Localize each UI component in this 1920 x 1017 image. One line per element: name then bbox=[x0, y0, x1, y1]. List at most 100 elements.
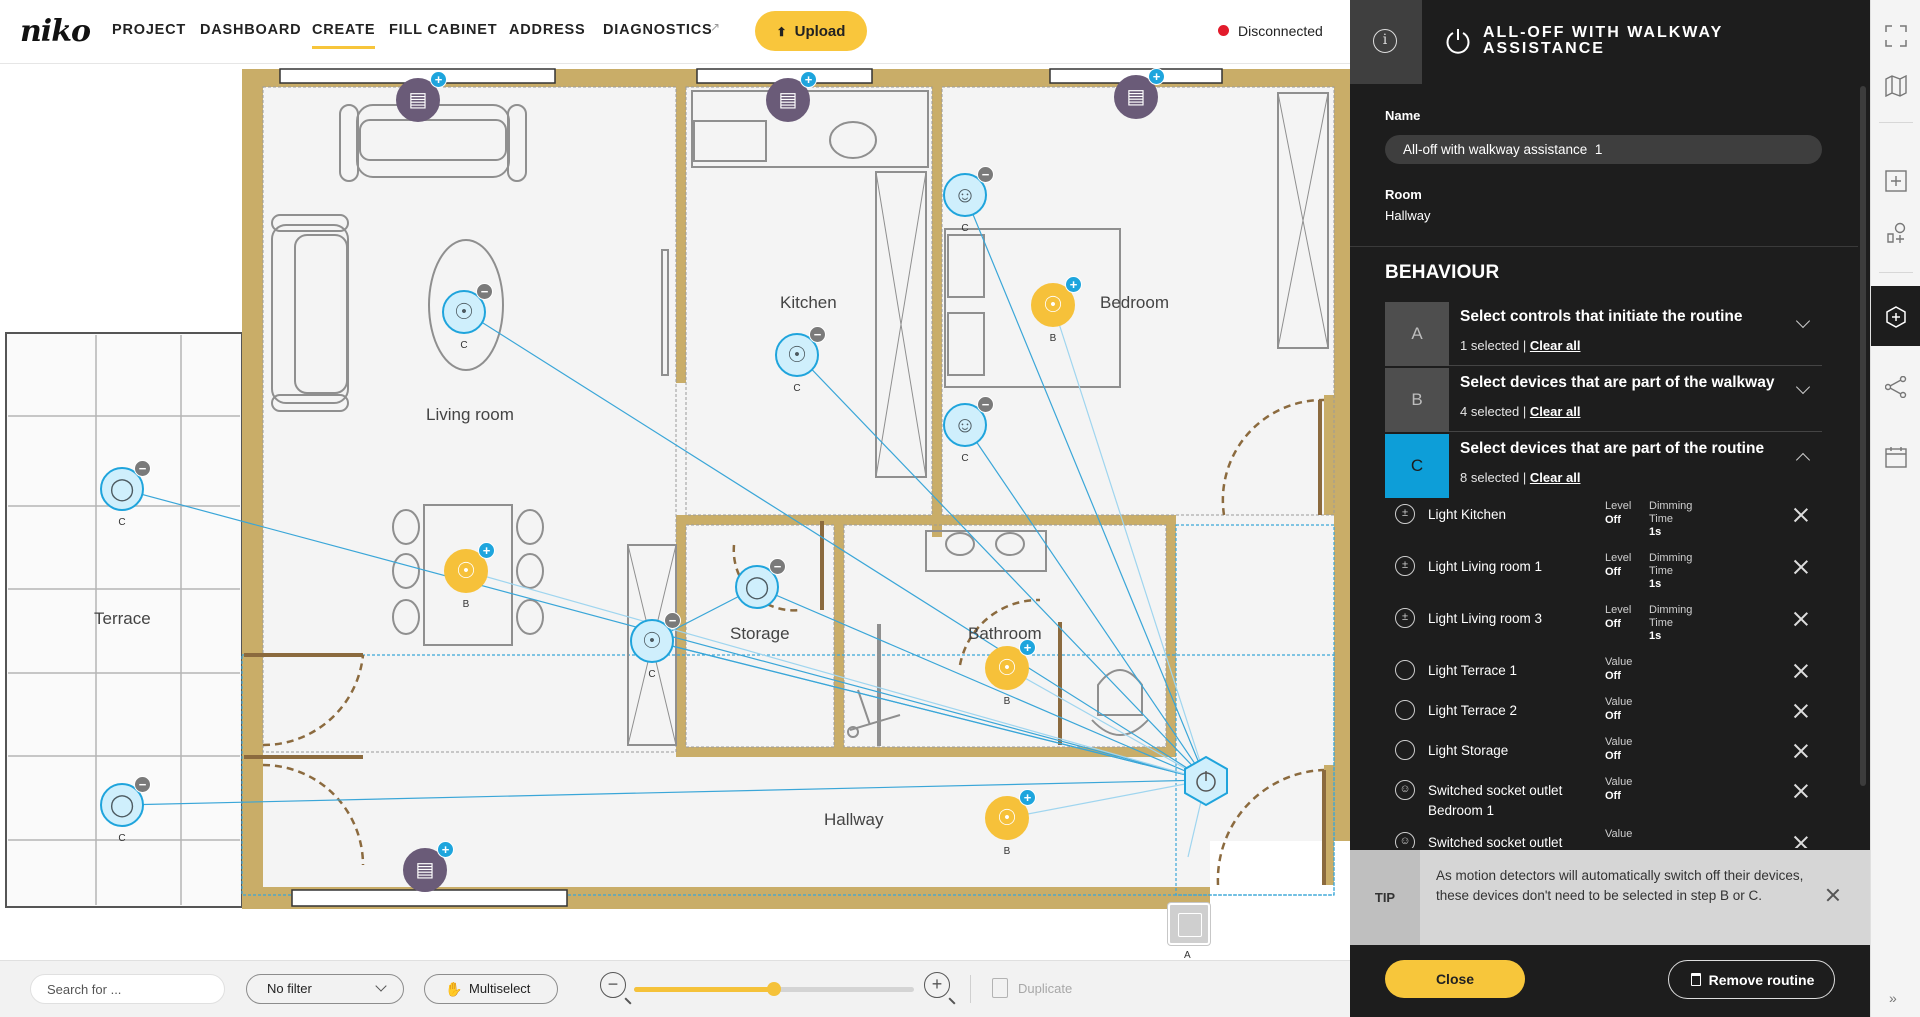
param-value[interactable]: 1s bbox=[1649, 578, 1661, 590]
filter-dropdown[interactable]: No filter bbox=[246, 974, 404, 1004]
rail-add-shape[interactable] bbox=[1871, 212, 1920, 252]
device-light-bedroom[interactable]: ☉ + B bbox=[1031, 276, 1082, 344]
step-b-accordion[interactable]: B Select devices that are part of the wa… bbox=[1385, 368, 1822, 432]
add-badge-icon[interactable]: + bbox=[800, 71, 817, 88]
rail-map[interactable] bbox=[1871, 65, 1920, 105]
zoom-out-icon[interactable]: − bbox=[600, 972, 626, 998]
close-button[interactable]: Close bbox=[1385, 960, 1525, 998]
shutter-device[interactable]: ▤ + bbox=[766, 71, 817, 122]
add-badge-icon[interactable]: + bbox=[1148, 68, 1165, 85]
param-value[interactable]: Off bbox=[1605, 566, 1621, 578]
param-value[interactable]: Off bbox=[1605, 618, 1621, 630]
param-value[interactable]: Off bbox=[1605, 750, 1621, 762]
add-badge-icon[interactable]: + bbox=[1019, 789, 1036, 806]
shutter-device[interactable]: ▤ + bbox=[1114, 68, 1165, 119]
nav-address[interactable]: ADDRESS bbox=[509, 22, 586, 38]
remove-badge-icon[interactable]: − bbox=[664, 612, 681, 629]
info-icon: i bbox=[1373, 29, 1397, 53]
device-light-living-3[interactable]: ☉ − C bbox=[630, 612, 681, 680]
device-light-bathroom[interactable]: ☉ + B bbox=[985, 639, 1036, 707]
clear-all-link[interactable]: Clear all bbox=[1530, 404, 1581, 419]
nav-diagnostics[interactable]: DIAGNOSTICS bbox=[603, 22, 713, 38]
step-c-accordion[interactable]: C Select devices that are part of the ro… bbox=[1385, 434, 1822, 498]
param-value[interactable]: Off bbox=[1605, 670, 1621, 682]
close-icon[interactable] bbox=[1792, 506, 1810, 524]
remove-badge-icon[interactable]: − bbox=[977, 166, 994, 183]
remove-badge-icon[interactable]: − bbox=[134, 776, 151, 793]
remove-badge-icon[interactable]: − bbox=[769, 558, 786, 575]
shutter-device[interactable]: ▤ + bbox=[396, 71, 447, 122]
add-badge-icon[interactable]: + bbox=[437, 841, 454, 858]
rail-add-device[interactable] bbox=[1871, 160, 1920, 200]
remove-badge-icon[interactable]: − bbox=[134, 460, 151, 477]
name-field[interactable] bbox=[1385, 135, 1822, 164]
chevron-down-icon[interactable] bbox=[1795, 379, 1811, 395]
step-letter: C bbox=[1385, 434, 1449, 498]
device-socket-bedroom-2[interactable]: ☺ − C bbox=[943, 396, 994, 464]
device-light-living-1[interactable]: ☉ − C bbox=[442, 283, 493, 351]
nav-fill-cabinet[interactable]: FILL CABINET bbox=[389, 22, 497, 38]
search-input[interactable] bbox=[30, 974, 225, 1004]
device-light-living-2[interactable]: ☉ + B bbox=[444, 542, 495, 610]
rail-connections[interactable] bbox=[1871, 366, 1920, 406]
param-value[interactable]: Off bbox=[1605, 710, 1621, 722]
add-badge-icon[interactable]: + bbox=[478, 542, 495, 559]
add-badge-icon[interactable]: + bbox=[430, 71, 447, 88]
param-value[interactable]: 1s bbox=[1649, 526, 1661, 538]
rail-fullscreen[interactable] bbox=[1871, 15, 1920, 55]
clear-all-link[interactable]: Clear all bbox=[1530, 338, 1581, 353]
selected-count: 1 selected | bbox=[1460, 338, 1530, 353]
close-icon[interactable] bbox=[1792, 834, 1810, 848]
device-socket-bedroom-1[interactable]: ☺ − C bbox=[943, 166, 994, 234]
top-navigation: niko PROJECT DASHBOARD CREATE FILL CABIN… bbox=[0, 0, 1350, 64]
close-icon[interactable] bbox=[1792, 742, 1810, 760]
collapse-panel-icon[interactable]: » bbox=[1889, 990, 1897, 1006]
duplicate-button[interactable]: Duplicate bbox=[1018, 981, 1072, 996]
niko-logo[interactable]: niko bbox=[20, 14, 91, 49]
nav-create[interactable]: CREATE bbox=[312, 22, 376, 49]
nav-dashboard[interactable]: DASHBOARD bbox=[200, 22, 301, 38]
step-title: Select devices that are part of the walk… bbox=[1460, 374, 1775, 391]
param-value[interactable]: Off bbox=[1605, 514, 1621, 526]
param-value[interactable]: 1s bbox=[1649, 630, 1661, 642]
close-icon[interactable] bbox=[1792, 782, 1810, 800]
motion-detector-icon[interactable] bbox=[1168, 903, 1210, 945]
panel-title: ALL-OFF WITH WALKWAY ASSISTANCE bbox=[1483, 24, 1723, 57]
device-light-kitchen[interactable]: ☉ − C bbox=[775, 326, 826, 394]
upload-button[interactable]: ⬆ Upload bbox=[755, 11, 867, 51]
device-name: Switched socket outlet Bedroom 1 bbox=[1428, 783, 1563, 818]
chevron-up-icon[interactable] bbox=[1795, 452, 1811, 468]
device-light-terrace-2[interactable]: ◯ − C bbox=[100, 776, 151, 844]
multiselect-button[interactable]: ✋ Multiselect bbox=[424, 974, 558, 1004]
rail-calendar[interactable] bbox=[1871, 436, 1920, 476]
calendar-icon bbox=[1885, 447, 1907, 468]
clear-all-link[interactable]: Clear all bbox=[1530, 470, 1581, 485]
add-badge-icon[interactable]: + bbox=[1019, 639, 1036, 656]
device-light-terrace-1[interactable]: ◯ − C bbox=[100, 460, 151, 528]
chevron-down-icon[interactable] bbox=[1795, 313, 1811, 329]
rail-routines[interactable] bbox=[1871, 286, 1920, 346]
close-icon[interactable] bbox=[1792, 558, 1810, 576]
add-badge-icon[interactable]: + bbox=[1065, 276, 1082, 293]
room-value[interactable]: Hallway bbox=[1385, 208, 1431, 223]
shutter-device[interactable]: ▤ + bbox=[403, 841, 454, 892]
remove-badge-icon[interactable]: − bbox=[977, 396, 994, 413]
close-icon[interactable] bbox=[1792, 662, 1810, 680]
zoom-in-icon[interactable]: + bbox=[924, 972, 950, 998]
close-icon[interactable] bbox=[1825, 887, 1841, 903]
param-value[interactable]: Off bbox=[1605, 790, 1621, 802]
zoom-slider-thumb[interactable] bbox=[767, 982, 781, 996]
remove-badge-icon[interactable]: − bbox=[476, 283, 493, 300]
nav-project[interactable]: PROJECT bbox=[112, 22, 186, 38]
close-icon[interactable] bbox=[1792, 610, 1810, 628]
panel-scrollbar[interactable] bbox=[1860, 86, 1866, 786]
device-light-hallway[interactable]: ☉ + B bbox=[985, 789, 1036, 857]
remove-badge-icon[interactable]: − bbox=[809, 326, 826, 343]
device-light-storage[interactable]: ◯ − bbox=[735, 558, 786, 609]
remove-routine-button[interactable]: Remove routine bbox=[1668, 960, 1835, 999]
close-icon[interactable] bbox=[1792, 702, 1810, 720]
zoom-slider[interactable] bbox=[634, 982, 914, 996]
info-button[interactable]: i bbox=[1350, 0, 1422, 84]
step-a-accordion[interactable]: A Select controls that initiate the rout… bbox=[1385, 302, 1822, 366]
floorplan-canvas[interactable]: Living room Kitchen Bedroom Terrace Stor… bbox=[0, 65, 1350, 960]
